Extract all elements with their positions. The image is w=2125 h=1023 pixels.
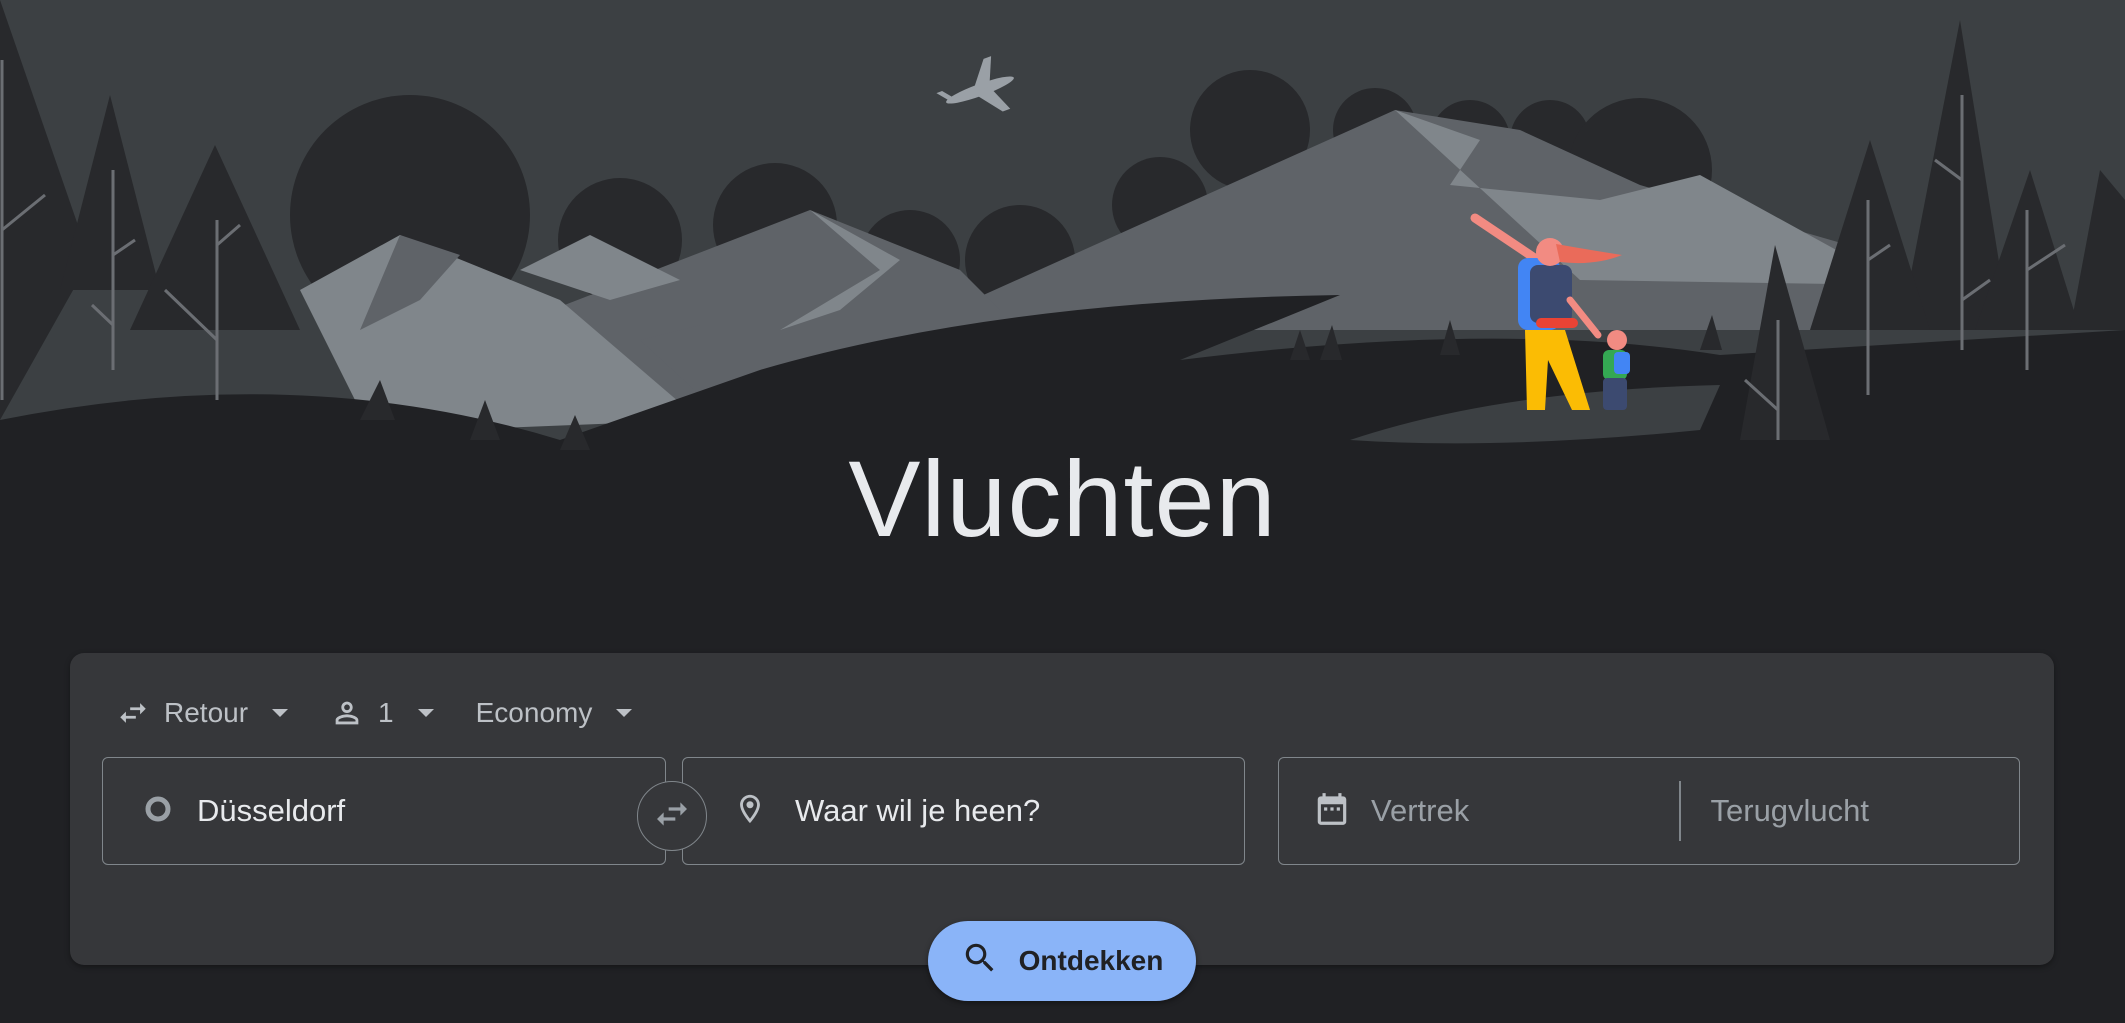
search-icon xyxy=(961,939,999,984)
chevron-down-icon xyxy=(416,703,436,723)
chevron-down-icon xyxy=(614,703,634,723)
explore-button-label: Ontdekken xyxy=(1018,945,1164,976)
return-date-input[interactable]: Terugvlucht xyxy=(1681,758,1870,864)
dates-field[interactable]: Vertrek Terugvlucht xyxy=(1278,757,2020,865)
chevron-down-icon xyxy=(270,703,290,723)
trip-type-label: Retour xyxy=(164,697,249,728)
explore-button[interactable]: Ontdekken xyxy=(928,921,1196,1001)
hero-illustration xyxy=(0,0,2125,460)
swap-arrows-icon xyxy=(652,794,692,839)
page-title: Vluchten xyxy=(848,438,1277,559)
flight-search-card: Retour 1 Economy Düsseldorf Waar wil je … xyxy=(70,653,2054,965)
cabin-class-label: Economy xyxy=(475,697,593,728)
return-placeholder: Terugvlucht xyxy=(1710,793,1870,828)
destination-field[interactable]: Waar wil je heen? xyxy=(682,757,1245,865)
origin-value: Düsseldorf xyxy=(197,793,346,828)
passengers-count: 1 xyxy=(378,697,394,728)
trip-options-bar: Retour 1 Economy xyxy=(116,687,674,739)
trip-type-select[interactable]: Retour xyxy=(116,687,290,739)
destination-placeholder: Waar wil je heen? xyxy=(795,793,1041,828)
circle-outline-icon xyxy=(143,794,173,829)
swap-horizontal-icon xyxy=(116,696,150,730)
location-pin-icon xyxy=(733,789,767,834)
departure-date-input[interactable]: Vertrek xyxy=(1279,758,1679,864)
passengers-select[interactable]: 1 xyxy=(330,687,436,739)
cabin-class-select[interactable]: Economy xyxy=(476,687,635,739)
swap-locations-button[interactable] xyxy=(637,781,707,851)
departure-placeholder: Vertrek xyxy=(1371,793,1470,828)
origin-field[interactable]: Düsseldorf xyxy=(102,757,666,865)
calendar-icon xyxy=(1313,789,1351,834)
mountain-landscape-illustration xyxy=(0,0,2125,460)
person-icon xyxy=(330,696,364,730)
